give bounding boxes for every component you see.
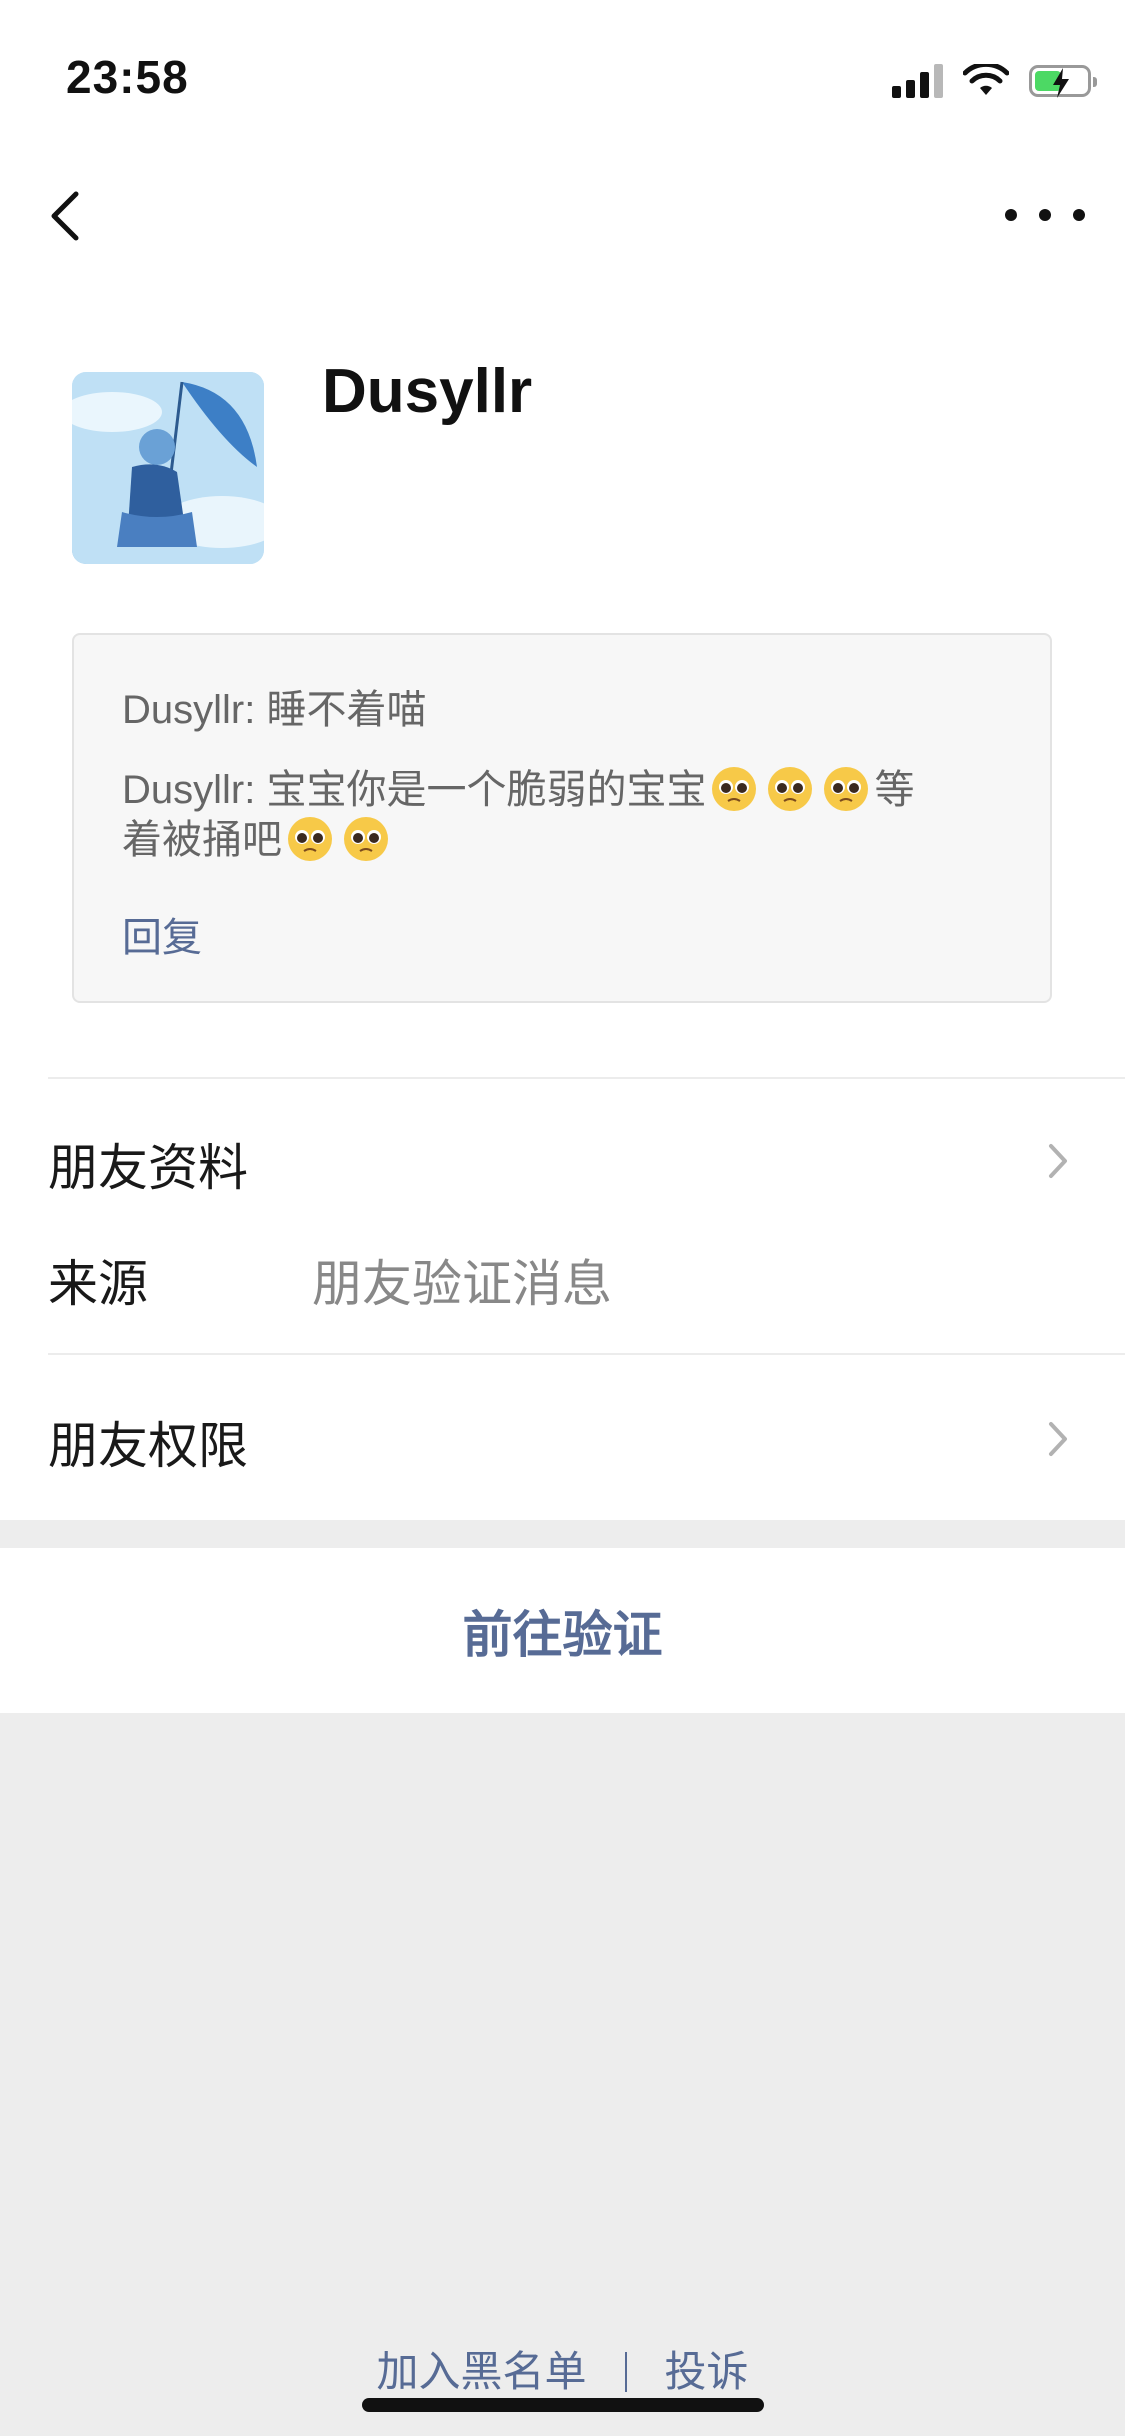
report-link[interactable]: 投诉: [665, 2348, 749, 2395]
chevron-right-icon: [1049, 1422, 1067, 1456]
friend-profile-row[interactable]: 朋友资料 来源 朋友验证消息: [0, 1080, 1125, 1320]
friend-permissions-label: 朋友权限: [48, 1418, 248, 1474]
divider: [48, 1077, 1125, 1079]
source-value: 朋友验证消息: [312, 1256, 612, 1312]
footer-links: 加入黑名单 投诉: [0, 2338, 1125, 2399]
contact-nickname: Dusyllr: [322, 357, 533, 426]
message-sender: Dusyllr:: [122, 768, 267, 812]
status-icons: [892, 60, 1097, 102]
message-item: Dusyllr: 睡不着喵: [122, 685, 1002, 735]
avatar[interactable]: [72, 372, 264, 564]
message-text: 睡不着喵: [266, 688, 427, 732]
go-verify-button[interactable]: 前往验证: [0, 1548, 1125, 1713]
divider: [48, 1353, 1125, 1355]
friend-profile-label: 朋友资料: [48, 1140, 248, 1196]
message-sender: Dusyllr:: [122, 688, 267, 732]
message-text: 宝宝你是一个脆弱的宝宝: [266, 768, 707, 812]
reply-link[interactable]: 回复: [122, 905, 202, 963]
message-item: Dusyllr: 宝宝你是一个脆弱的宝宝 等着被捅吧: [122, 765, 1002, 865]
chevron-right-icon: [1049, 1144, 1067, 1178]
pleading-face-icon: [344, 817, 388, 861]
wifi-icon: [963, 64, 1009, 95]
message-text: 着被捅吧: [122, 818, 282, 862]
back-button[interactable]: [40, 180, 100, 250]
more-options-button[interactable]: [1005, 190, 1085, 240]
battery-charging-icon: [1029, 65, 1097, 98]
signal-icon: [892, 64, 943, 98]
pleading-face-icon: [824, 767, 869, 811]
chevron-left-icon: [51, 191, 79, 241]
source-label: 来源: [48, 1256, 148, 1312]
pleading-face-icon: [712, 767, 757, 811]
avatar-image: [72, 372, 264, 564]
pleading-face-icon: [768, 767, 813, 811]
home-indicator[interactable]: [362, 2398, 764, 2412]
message-text: 等: [874, 768, 915, 812]
verification-messages: Dusyllr: 睡不着喵 Dusyllr: 宝宝你是一个脆弱的宝宝等着被捅吧 …: [72, 633, 1052, 1003]
add-to-blacklist-link[interactable]: 加入黑名单: [376, 2348, 586, 2395]
more-dots-icon: [1005, 209, 1017, 221]
footer-separator: [624, 2352, 627, 2392]
pleading-face-icon: [288, 817, 332, 861]
section-separator: [0, 1520, 1125, 1548]
status-time: 23:58: [66, 51, 189, 103]
friend-permissions-row[interactable]: 朋友权限: [0, 1356, 1125, 1520]
